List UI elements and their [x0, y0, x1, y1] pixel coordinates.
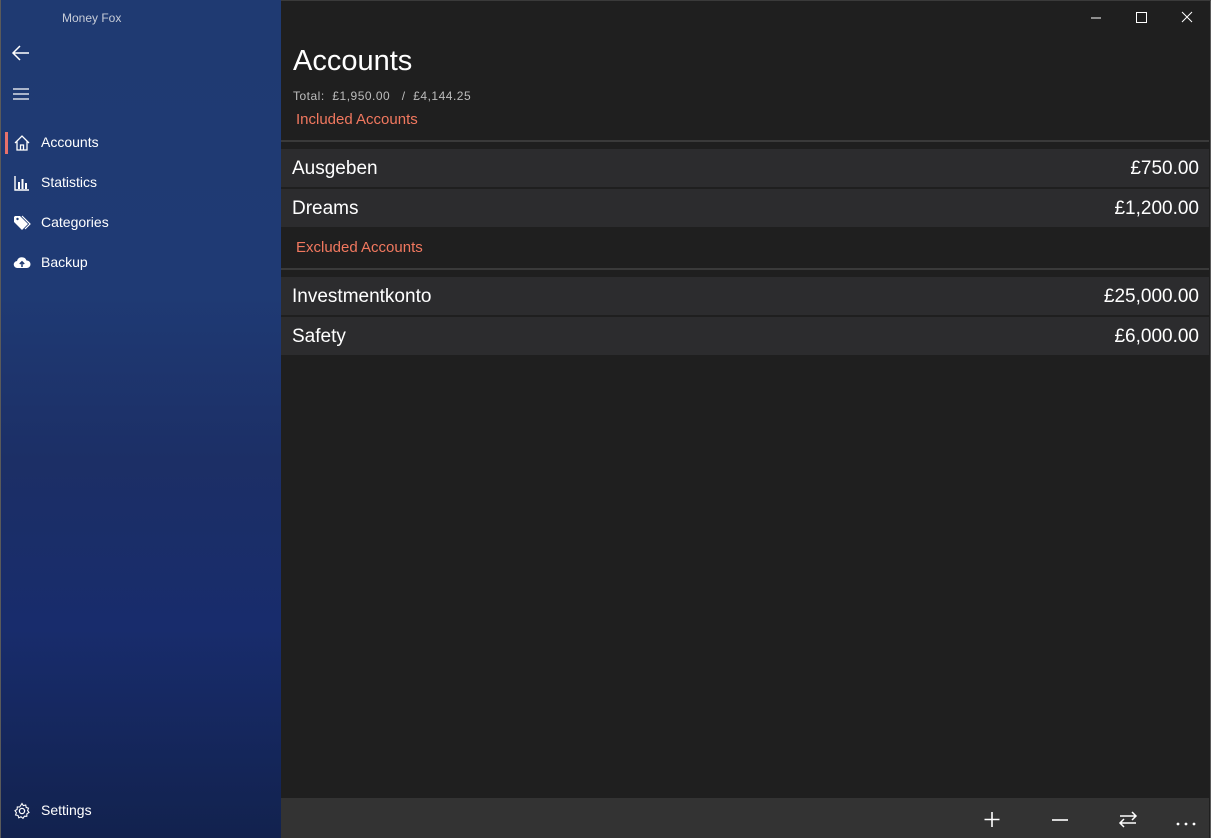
maximize-icon [1136, 12, 1147, 23]
account-row-ausgeben[interactable]: Ausgeben £750.00 [281, 149, 1209, 187]
active-indicator [5, 132, 8, 154]
gear-icon [14, 802, 30, 820]
sidebar-item-label: Settings [41, 802, 92, 818]
account-balance: £25,000.00 [1103, 286, 1199, 307]
tag-icon [14, 215, 31, 230]
account-row-safety[interactable]: Safety £6,000.00 [281, 317, 1209, 355]
included-accounts-header: Included Accounts [296, 111, 418, 128]
command-bar [281, 798, 1209, 838]
section-divider [281, 140, 1209, 142]
app-title: Money Fox [62, 11, 122, 25]
hamburger-icon [13, 88, 29, 100]
close-icon [1181, 11, 1193, 23]
sidebar-item-backup[interactable]: Backup [1, 242, 282, 282]
account-row-dreams[interactable]: Dreams £1,200.00 [281, 189, 1209, 227]
back-arrow-icon [11, 45, 29, 61]
sidebar-item-accounts[interactable]: Accounts [1, 122, 282, 162]
add-transfer-button[interactable] [1110, 804, 1146, 834]
account-row-investmentkonto[interactable]: Investmentkonto £25,000.00 [281, 277, 1209, 315]
sidebar-item-categories[interactable]: Categories [1, 202, 282, 242]
minimize-icon [1091, 17, 1101, 19]
more-options-button[interactable] [1168, 804, 1204, 834]
main-content: Accounts Total: £1,950.00 / £4,144.25 In… [281, 0, 1211, 838]
minus-icon [1052, 819, 1068, 821]
account-name: Ausgeben [292, 158, 378, 179]
account-balance: £1,200.00 [1114, 198, 1199, 219]
sidebar-item-statistics[interactable]: Statistics [1, 162, 282, 202]
home-icon [14, 135, 30, 151]
back-button[interactable] [9, 40, 35, 66]
account-name: Safety [292, 326, 346, 347]
account-balance: £6,000.00 [1114, 326, 1199, 347]
sidebar-item-label: Statistics [41, 174, 98, 190]
minimize-button[interactable] [1073, 5, 1119, 33]
close-window-button[interactable] [1165, 5, 1211, 33]
app-window: Money Fox Accounts Statistics Categories… [0, 0, 1211, 838]
navigation-pane: Money Fox Accounts Statistics Categories… [0, 0, 281, 838]
maximize-button[interactable] [1119, 5, 1165, 33]
menu-toggle-button[interactable] [9, 81, 35, 107]
sidebar-item-label: Backup [41, 254, 88, 270]
add-expense-button[interactable] [1042, 804, 1078, 834]
section-divider [281, 268, 1209, 270]
cloud-upload-icon [13, 257, 31, 269]
account-name: Investmentkonto [292, 286, 432, 307]
add-account-button[interactable] [974, 804, 1010, 834]
sidebar-item-label: Accounts [41, 134, 99, 150]
bar-chart-icon [14, 176, 29, 191]
sidebar-item-label: Categories [41, 214, 109, 230]
excluded-accounts-header: Excluded Accounts [296, 239, 423, 256]
account-name: Dreams [292, 198, 359, 219]
account-balance: £750.00 [1130, 158, 1199, 179]
sidebar-item-settings[interactable]: Settings [1, 790, 282, 830]
page-title: Accounts [293, 45, 413, 77]
add-icon [984, 812, 1000, 827]
totals-summary: Total: £1,950.00 / £4,144.25 [293, 89, 472, 103]
more-icon [1176, 822, 1196, 826]
transfer-icon [1118, 811, 1138, 828]
